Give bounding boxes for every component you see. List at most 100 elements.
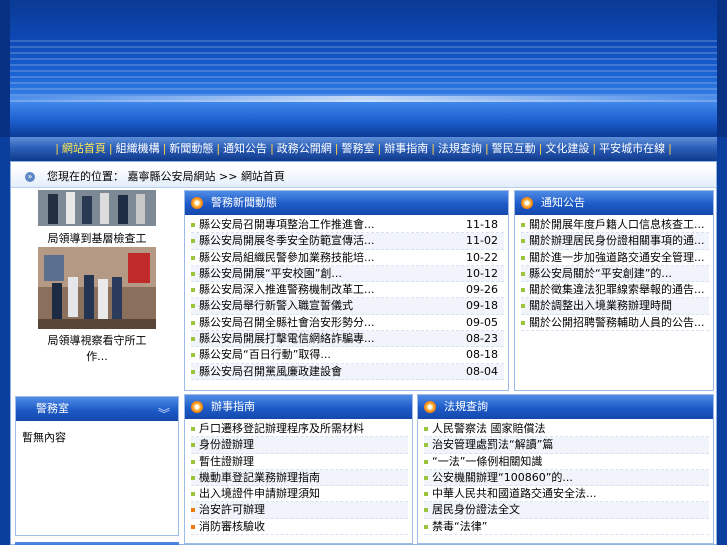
list-item-title[interactable]: 關於公開招聘警務輔助人員的公告...	[529, 316, 705, 329]
list-item[interactable]: 縣公安局開展“平安校園”創... 10-12	[191, 265, 504, 283]
bullet-icon	[191, 239, 195, 244]
list-item[interactable]: 關於公開招聘警務輔助人員的公告...	[521, 315, 709, 332]
list-item-title[interactable]: 縣公安局關於“平安創建”的...	[529, 267, 672, 280]
list-item-title[interactable]: “一法”一條例相關知識	[432, 455, 542, 468]
list-item-title[interactable]: 縣公安局召開專項整治工作推進會...	[199, 218, 375, 231]
main-nav: | 網站首頁 | 組織機構 | 新聞動態 | 通知公告 | 政務公開網 | 警務室 | 辦事指南 | 法規查詢…	[10, 137, 717, 161]
photo-1[interactable]	[38, 190, 156, 226]
nav-item[interactable]: 平安城市在線	[598, 137, 666, 161]
guide-list: 戶口遷移登記辦理程序及所需材料 身份證辦理暫住證辦理機動車登記業務辦理指南 出入境證…	[185, 419, 412, 536]
list-item-title[interactable]: 禁毒“法律”	[432, 520, 487, 533]
list-item[interactable]: 禁毒“法律”	[424, 519, 709, 536]
bullet-icon	[424, 492, 428, 497]
list-item-title[interactable]: 縣公安局召開全縣社會治安形勢分...	[199, 316, 375, 329]
list-item[interactable]: 公安機關辦理“100860”的...	[424, 469, 709, 487]
bullet-icon	[191, 369, 195, 374]
list-item[interactable]: 關於辦理居民身份證相關事項的通...	[521, 233, 709, 250]
list-item[interactable]: 關於開展年度戶籍人口信息核查工...	[521, 217, 709, 234]
list-item[interactable]: 中華人民共和國道路交通安全法...	[424, 486, 709, 503]
list-item[interactable]: 關於進一步加強道路交通安全管理...	[521, 250, 709, 266]
nav-separator: |	[538, 142, 543, 155]
list-item-title[interactable]: 縣公安局組織民警參加業務技能培...	[199, 251, 375, 264]
list-item-title[interactable]: 關於進一步加強道路交通安全管理...	[529, 251, 705, 264]
list-item[interactable]: 消防審核驗收	[191, 519, 408, 536]
notice-panel-title[interactable]: 通知公告	[541, 196, 585, 209]
list-item[interactable]: 身份證辦理	[191, 437, 408, 454]
nav-item[interactable]: 網站首頁	[61, 137, 107, 161]
list-item[interactable]: 居民身份證法全文	[424, 502, 709, 519]
bullet-icon	[521, 239, 525, 244]
content-area: » 您現在的位置： 嘉寧縣公安局網站 >> 網站首頁 局領導到基層檢查工作...	[10, 161, 717, 545]
news-panel-title[interactable]: 警務新聞動態	[211, 196, 277, 209]
bullet-icon	[521, 304, 525, 309]
list-item-title[interactable]: 縣公安局“百日行動”取得...	[199, 348, 331, 361]
nav-item[interactable]: 辦事指南	[383, 137, 429, 161]
list-item-title[interactable]: 消防審核驗收	[199, 520, 265, 533]
list-item[interactable]: 暫住證辦理	[191, 454, 408, 470]
list-item-title[interactable]: 居民身份證法全文	[432, 503, 520, 516]
list-item[interactable]: 縣公安局召開全縣社會治安形勢分... 09-05	[191, 315, 504, 332]
nav-item[interactable]: 新聞動態	[168, 137, 214, 161]
photo-2[interactable]	[38, 247, 156, 329]
photo-1-image	[38, 190, 156, 226]
list-item[interactable]: 關於徵集違法犯罪線索舉報的通告...	[521, 282, 709, 299]
list-item-title[interactable]: 暫住證辦理	[199, 455, 254, 468]
nav-item[interactable]: 警務室	[341, 137, 376, 161]
list-item-title[interactable]: 人民警察法 國家賠償法	[432, 422, 546, 435]
list-item[interactable]: 機動車登記業務辦理指南	[191, 469, 408, 487]
list-item-title[interactable]: 縣公安局召開黨風廉政建設會	[199, 365, 342, 378]
nav-item[interactable]: 文化建設	[544, 137, 590, 161]
list-item-title[interactable]: 機動車登記業務辦理指南	[199, 471, 320, 484]
list-item-title[interactable]: 縣公安局舉行新警入職宣誓儀式	[199, 299, 353, 312]
list-item[interactable]: 縣公安局舉行新警入職宣誓儀式 09-18	[191, 298, 504, 315]
list-item[interactable]: 出入境證件申請辦理須知	[191, 486, 408, 503]
list-item-title[interactable]: 縣公安局開展打擊電信網絡詐騙專...	[199, 332, 375, 345]
list-item-title[interactable]: 治安管理處罰法“解讀”篇	[432, 438, 553, 451]
list-item[interactable]: 縣公安局“百日行動”取得... 08-18	[191, 347, 504, 364]
list-item[interactable]: 縣公安局召開黨風廉政建設會 08-04	[191, 363, 504, 380]
list-item-title[interactable]: 戶口遷移登記辦理程序及所需材料	[199, 422, 364, 435]
list-item[interactable]: 治安許可辦理	[191, 502, 408, 519]
list-item-title[interactable]: 關於辦理居民身份證相關事項的通...	[529, 234, 705, 247]
nav-separator: |	[162, 142, 167, 155]
law-panel-title[interactable]: 法規查詢	[444, 400, 488, 413]
list-item-title[interactable]: 縣公安局開展冬季安全防範宣傳活...	[199, 234, 375, 247]
bullet-icon	[424, 475, 428, 480]
nav-item[interactable]: 組織機構	[115, 137, 161, 161]
list-item-date: 10-22	[466, 250, 498, 264]
nav-item[interactable]: 通知公告	[222, 137, 268, 161]
list-item[interactable]: 縣公安局組織民警參加業務技能培... 10-22	[191, 250, 504, 266]
bullet-icon	[424, 427, 428, 431]
sunburst-icon	[424, 401, 436, 413]
photo-2-caption[interactable]: 局領導視察看守所工作...	[38, 332, 156, 364]
list-item[interactable]: 縣公安局開展冬季安全防範宣傳活... 11-02	[191, 233, 504, 250]
breadcrumb-arrow-icon: »	[25, 172, 35, 182]
list-item[interactable]: 縣公安局深入推進警務機制改革工... 09-26	[191, 282, 504, 299]
list-item[interactable]: 縣公安局召開專項整治工作推進會... 11-18	[191, 217, 504, 234]
list-item[interactable]: 縣公安局開展打擊電信網絡詐騙專... 08-23	[191, 331, 504, 348]
list-item-title[interactable]: 身份證辦理	[199, 438, 254, 451]
guide-panel-title[interactable]: 辦事指南	[211, 400, 255, 413]
list-item[interactable]: 人民警察法 國家賠償法	[424, 421, 709, 438]
list-item-title[interactable]: 縣公安局深入推進警務機制改革工...	[199, 283, 375, 296]
list-item-title[interactable]: 關於徵集違法犯罪線索舉報的通告...	[529, 283, 705, 296]
police-room-title[interactable]: 警務室	[36, 402, 69, 415]
breadcrumb-current[interactable]: 網站首頁	[241, 170, 285, 183]
chevron-down-icon[interactable]: ︾	[158, 402, 170, 426]
list-item-title[interactable]: 出入境證件申請辦理須知	[199, 487, 320, 500]
nav-item[interactable]: 法規查詢	[437, 137, 483, 161]
list-item[interactable]: “一法”一條例相關知識	[424, 454, 709, 470]
list-item-title[interactable]: 關於調整出入境業務辦理時間	[529, 299, 672, 312]
nav-item[interactable]: 政務公開網	[276, 137, 333, 161]
list-item[interactable]: 縣公安局關於“平安創建”的...	[521, 265, 709, 283]
list-item-title[interactable]: 關於開展年度戶籍人口信息核查工...	[529, 218, 705, 231]
list-item[interactable]: 治安管理處罰法“解讀”篇	[424, 437, 709, 454]
list-item-title[interactable]: 中華人民共和國道路交通安全法...	[432, 487, 597, 500]
nav-item[interactable]: 警民互動	[491, 137, 537, 161]
law-panel: 法規查詢 人民警察法 國家賠償法 治安管理處罰法“解讀”篇 “一法”一條例相關知識公…	[417, 394, 714, 544]
list-item-title[interactable]: 治安許可辦理	[199, 503, 265, 516]
list-item[interactable]: 戶口遷移登記辦理程序及所需材料	[191, 421, 408, 438]
list-item[interactable]: 關於調整出入境業務辦理時間	[521, 298, 709, 315]
list-item-title[interactable]: 縣公安局開展“平安校園”創...	[199, 267, 342, 280]
list-item-title[interactable]: 公安機關辦理“100860”的...	[432, 471, 573, 484]
